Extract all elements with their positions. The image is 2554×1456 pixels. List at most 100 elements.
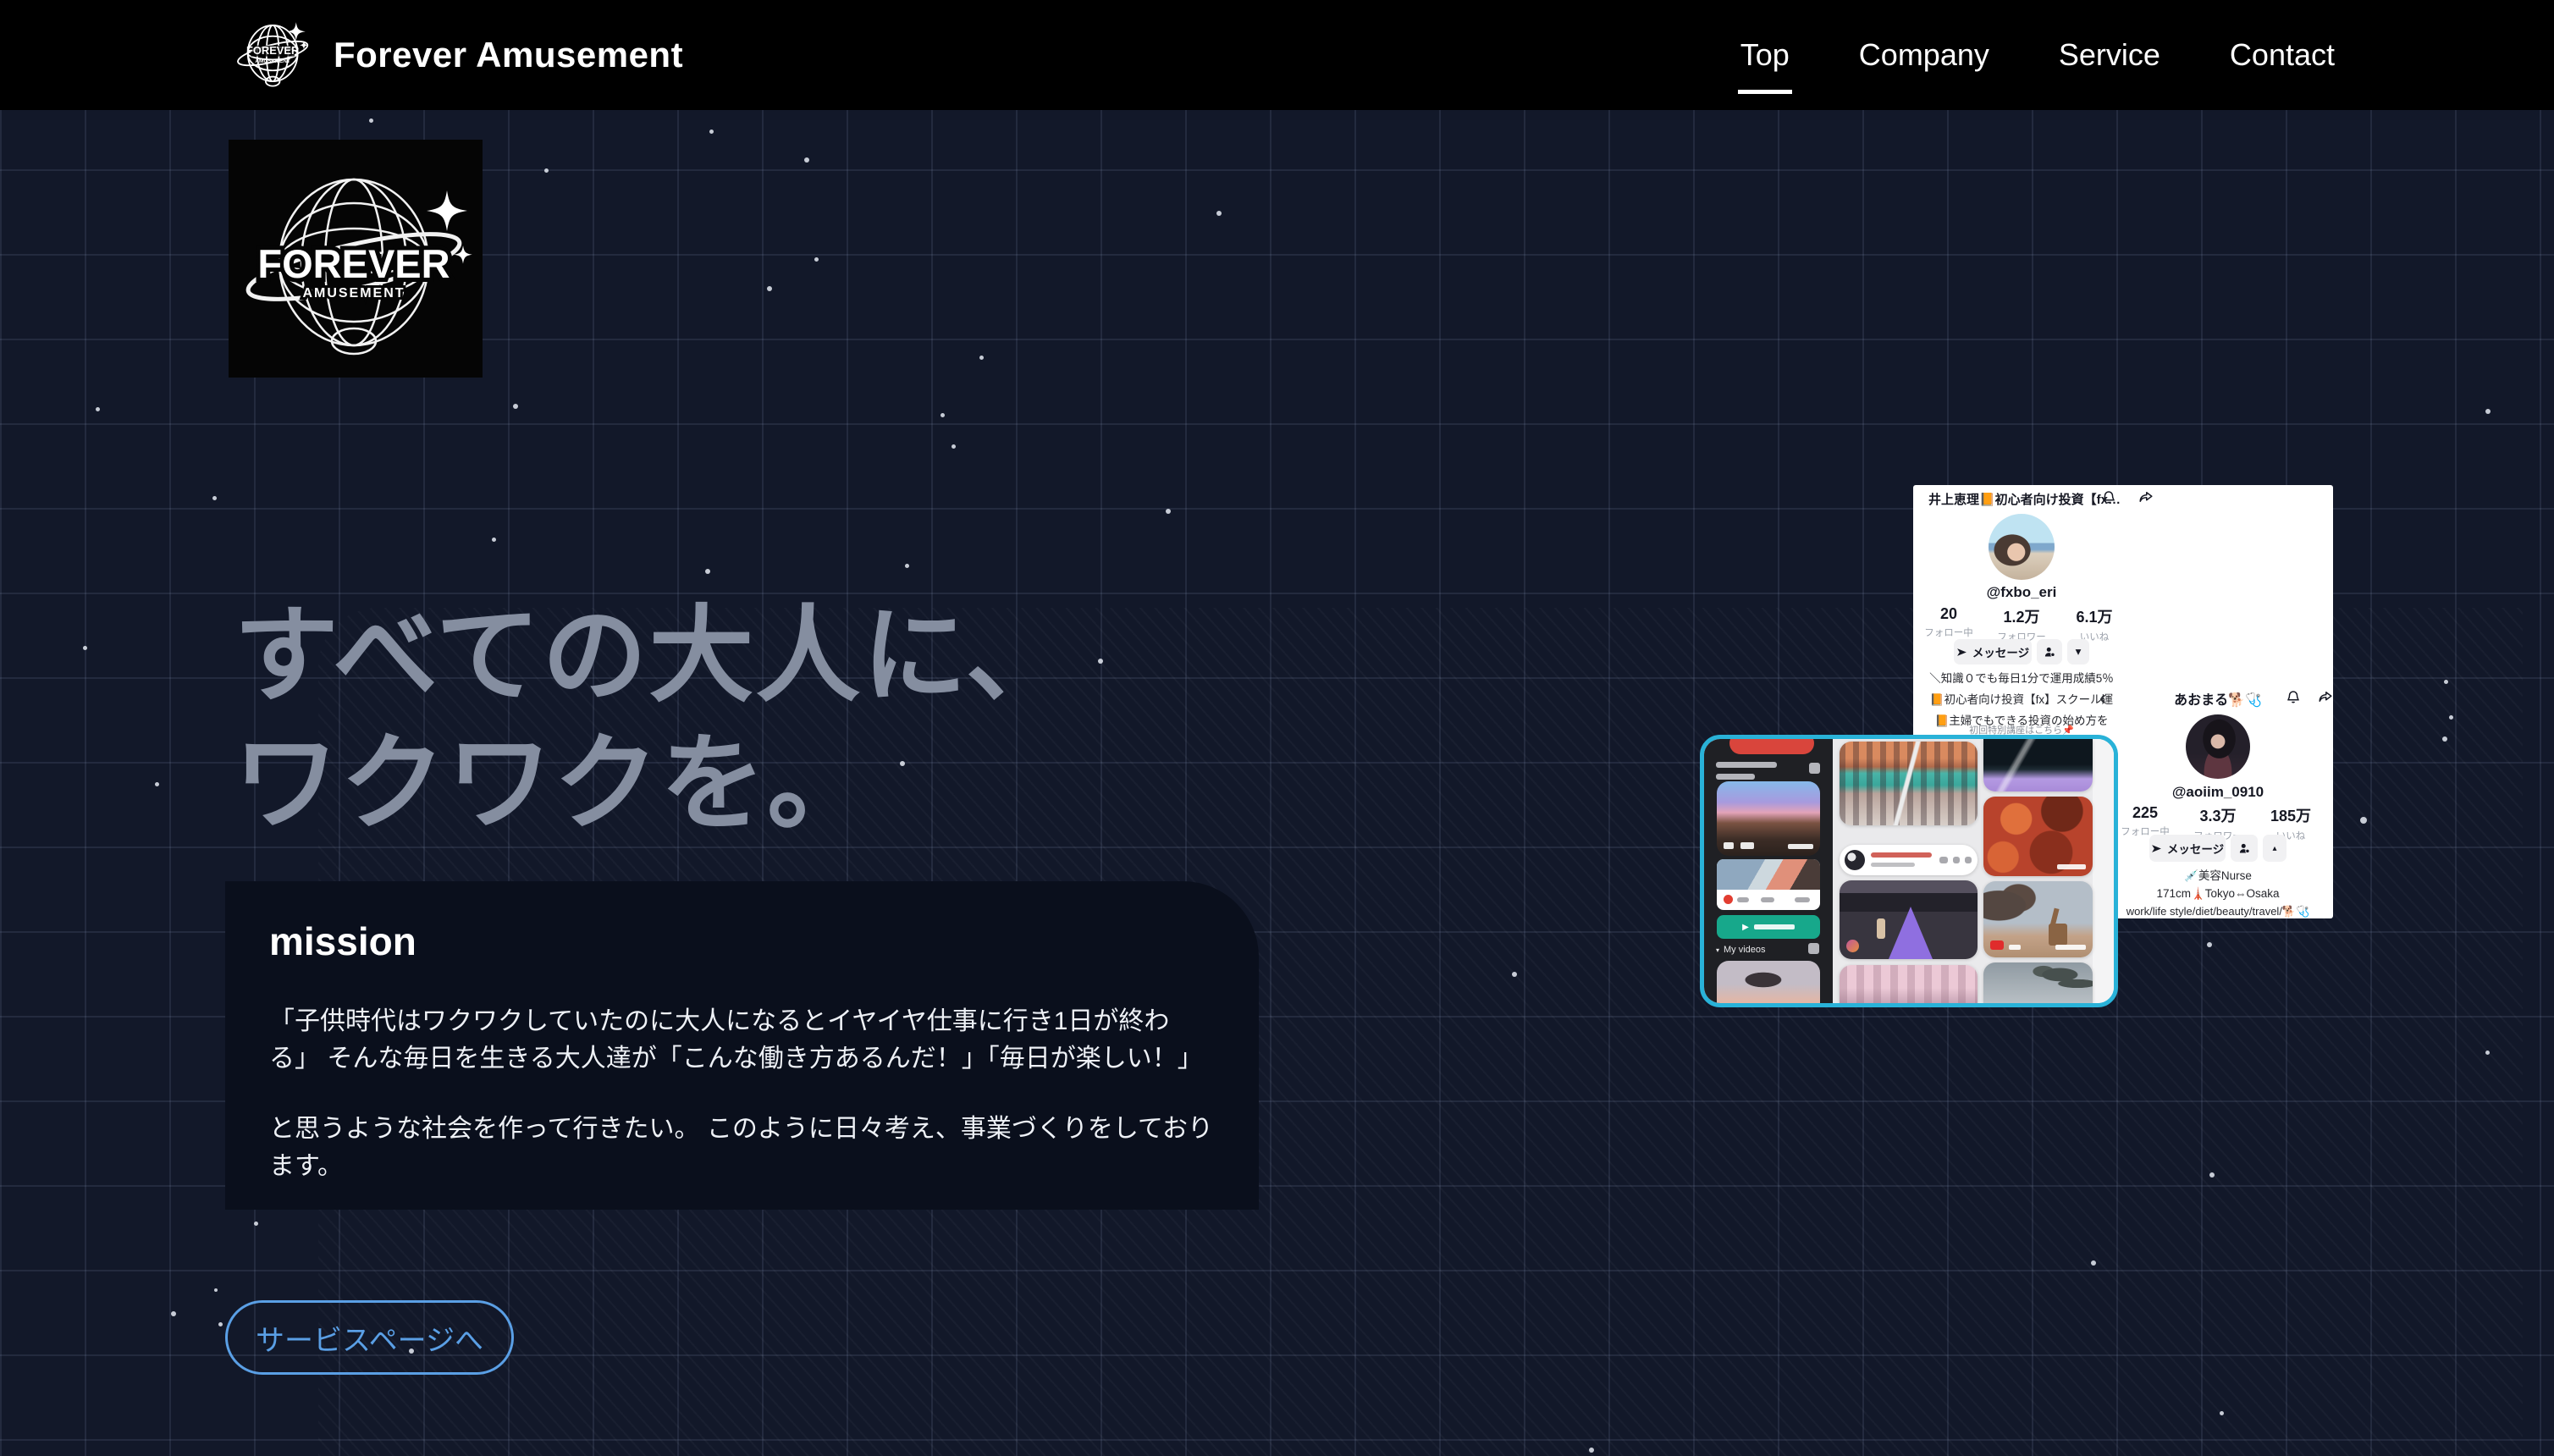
thumbnail-autumn-forest [1983, 797, 2093, 876]
carousel-prev-icon: ‹ [2099, 687, 2106, 710]
video-stats-overlay [2057, 864, 2086, 869]
main-nav: Top Company Service Contact [1740, 0, 2335, 110]
star-dot [2449, 715, 2453, 720]
profile1-stats: 20フォロー中 1.2万フォロワー 6.1万いいね [1913, 605, 2130, 643]
video-stats-overlay [2009, 945, 2021, 950]
thumbnail-pink-city [1840, 965, 1978, 1003]
profile1-bio: ＼知識０でも毎日1分で運用成績5％ 📙初心者向け投資【fx】スクール運 📙主婦で… [1913, 668, 2130, 731]
hero-heading: すべての大人に、 ワクワクを。 [234, 593, 1073, 849]
landing-page: FOREVER AMUSEMENT Forever Amusement Top … [0, 0, 2554, 1456]
stat-followers: 1.2万フォロワー [1988, 605, 2055, 643]
star-dot [905, 564, 909, 568]
send-icon [2151, 843, 2162, 854]
nav-item-contact[interactable]: Contact [2230, 37, 2335, 73]
star-dot [2091, 1260, 2096, 1266]
player-timecode [1788, 844, 1813, 849]
svg-text:AMUSEMENT: AMUSEMENT [255, 58, 290, 64]
service-page-button[interactable]: サービスページへ [225, 1300, 514, 1375]
mission-paragraph-2: と思うような社会を作って行きたい。 このように日々考え、事業づくりをしております… [269, 1111, 1215, 1184]
profile2-handle: @aoiim_0910 [2133, 784, 2303, 801]
svg-text:FOREVER: FOREVER [257, 241, 450, 286]
nav-item-top[interactable]: Top [1740, 37, 1790, 73]
mini-post-image [1717, 859, 1820, 890]
thumbnail-city-sunset [1840, 742, 1978, 825]
red-header-pill [1729, 735, 1814, 754]
play-this-button: ▶ [1717, 915, 1820, 939]
post-title-bar [1871, 852, 1932, 858]
grid-icon [1808, 943, 1819, 954]
star-dot [2209, 1172, 2215, 1177]
stat-likes: 6.1万いいね [2060, 605, 2128, 643]
sticker-badge [1846, 940, 1859, 952]
star-dot [814, 257, 819, 262]
follow-person-button [2037, 639, 2062, 665]
message-button: メッセージ [2149, 835, 2226, 862]
purple-triangle-road [1889, 907, 1933, 959]
text-blur-bar [1754, 924, 1795, 929]
star-dot [1216, 211, 1222, 216]
star-dot [212, 496, 217, 500]
star-dot [83, 646, 87, 650]
comment-count [1761, 897, 1774, 902]
star-dot [513, 404, 518, 409]
star-dot [767, 286, 772, 291]
profile1-handle: @fxbo_eri [1913, 584, 2130, 601]
nav-item-company[interactable]: Company [1859, 37, 1989, 73]
person-icon [2238, 842, 2251, 855]
text-blur-bar [1716, 774, 1755, 780]
follow-person-button [2231, 835, 2258, 862]
giraffe-body [2049, 924, 2067, 946]
copy-icon [1809, 763, 1820, 774]
text-blur-bar [1716, 762, 1777, 768]
star-dot [254, 1222, 258, 1226]
star-dot [2442, 736, 2447, 742]
mission-card: mission 「子供時代はワクワクしていたのに大人になるとイヤイヤ仕事に行き1… [225, 881, 1259, 1210]
profile2-bio: 💉美容Nurse 171cm🗼Tokyo⇔Osaka work/life sty… [2108, 867, 2328, 918]
post-avatar [1845, 850, 1865, 870]
play-icon: ▶ [1742, 923, 1749, 932]
like-count [1737, 897, 1749, 902]
mission-title: mission [269, 918, 1215, 964]
live-badge [1990, 940, 2004, 950]
star-dot [2485, 1051, 2490, 1055]
star-dot [1589, 1448, 1594, 1453]
forever-amusement-logo-image: FOREVER AMUSEMENT [229, 140, 483, 378]
star-dot [2220, 1411, 2224, 1415]
share-icon [2318, 689, 2333, 704]
brand-logo-link[interactable]: FOREVER AMUSEMENT Forever Amusement [235, 14, 683, 97]
profile1-buttons: メッセージ ▾ [1913, 639, 2130, 665]
video-grid [1833, 739, 2114, 1003]
grid-right-margin [2093, 739, 2114, 1003]
like-heart-icon [1724, 895, 1733, 904]
svg-text:AMUSEMENT: AMUSEMENT [302, 286, 405, 301]
globe-logo-icon: FOREVER AMUSEMENT [235, 14, 313, 97]
star-dot [2485, 409, 2491, 414]
thumbnail-glacier [1983, 739, 2093, 791]
star-dot [2444, 680, 2448, 684]
like-icon [1953, 857, 1960, 863]
profile1-title: 井上恵理📙初心者向け投資【fx… [1928, 490, 2121, 508]
star-dot [492, 538, 496, 542]
star-dot [214, 1288, 218, 1292]
mini-post-card [1717, 859, 1820, 910]
svg-text:FOREVER: FOREVER [246, 43, 300, 56]
profile1-avatar [1989, 514, 2055, 580]
star-dot [369, 119, 373, 123]
send-icon [1956, 647, 1967, 658]
video-app-inner: ▶ ▾ My videos [1704, 739, 2114, 1003]
star-dot [1512, 972, 1517, 977]
star-dot [2207, 942, 2212, 947]
star-dot [705, 569, 710, 574]
bell-icon [2286, 689, 2301, 704]
thumbnail-forest [1983, 962, 2093, 1003]
star-dot [544, 168, 549, 173]
hero-heading-line2: ワクワクを。 [234, 720, 1073, 848]
my-videos-row: ▾ My videos [1716, 945, 1766, 955]
sky-video-thumbnail [1717, 781, 1820, 856]
star-dot [2360, 817, 2367, 824]
my-videos-label: My videos [1724, 945, 1766, 955]
collapse-button: ▴ [2263, 835, 2286, 862]
thumbnail-giraffe [1983, 881, 2093, 957]
chevron-down-icon: ▾ [1716, 946, 1719, 954]
nav-item-service[interactable]: Service [2059, 37, 2160, 73]
